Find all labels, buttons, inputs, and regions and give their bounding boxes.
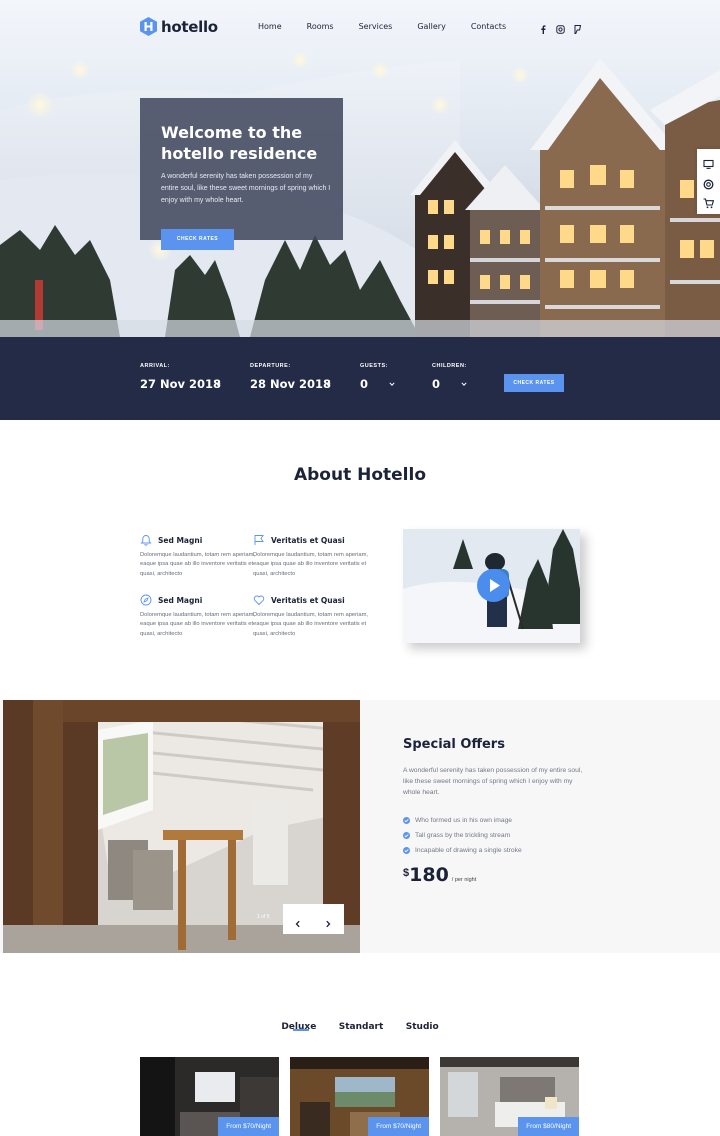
room-card[interactable]: From $70/Night — [290, 1057, 429, 1136]
hero-check-rates-button[interactable]: CHECK RATES — [161, 229, 234, 250]
list-item-text: Who formed us in his own image — [415, 817, 513, 824]
hero-section: hotello Home Rooms Services Gallery Cont… — [0, 0, 720, 337]
arrival-label: ARRIVAL: — [140, 363, 170, 369]
arrival-chevron-down-icon[interactable] — [215, 381, 221, 387]
active-tab-indicator — [293, 1029, 309, 1031]
children-chevron-down-icon[interactable] — [461, 381, 467, 387]
room-card[interactable]: From $80/Night — [440, 1057, 579, 1136]
feature-title: Veritatis et Quasi — [271, 596, 345, 605]
list-item: Who formed us in his own image — [403, 813, 522, 828]
offer-price: $ 180 / per night — [403, 864, 476, 886]
room-tabs: Deluxe Standart Studio — [0, 1016, 720, 1034]
list-item-text: Incapable of drawing a single stroke — [415, 847, 522, 854]
top-navigation: hotello Home Rooms Services Gallery Cont… — [0, 0, 720, 55]
welcome-card: Welcome to the hotello residence A wonde… — [140, 98, 343, 240]
price-unit: / per night — [451, 877, 477, 883]
social-links — [539, 21, 590, 34]
nav-gallery[interactable]: Gallery — [417, 22, 446, 31]
heart-icon — [253, 595, 265, 606]
main-menu: Home Rooms Services Gallery Contacts — [258, 22, 531, 31]
tab-standart[interactable]: Standart — [339, 1022, 384, 1032]
booking-bar: ARRIVAL: 27 Nov 2018 DEPARTURE: 28 Nov 2… — [0, 337, 720, 420]
room-card[interactable]: From $70/Night — [140, 1057, 279, 1136]
feature-text: Doloremque laudantium, totam rem aperiam… — [140, 612, 256, 637]
flag-icon — [254, 535, 264, 545]
tab-studio[interactable]: Studio — [406, 1022, 439, 1032]
check-circle-icon — [403, 817, 410, 824]
lifebuoy-icon[interactable] — [703, 177, 714, 190]
compass-icon — [140, 594, 152, 606]
bell-icon — [140, 535, 152, 546]
feature-text: Doloremque laudantium, totam rem aperiam… — [253, 612, 369, 637]
offers-title: Special Offers — [403, 737, 505, 752]
offers-list: Who formed us in his own image Tall gras… — [403, 813, 522, 858]
departure-field[interactable]: DEPARTURE: 28 Nov 2018 — [250, 363, 331, 391]
room-price-tag: From $80/Night — [518, 1117, 579, 1136]
price-currency: $ — [403, 867, 410, 879]
room-price-tag: From $70/Night — [368, 1117, 429, 1136]
instagram-icon[interactable] — [556, 21, 565, 34]
about-title: About Hotello — [293, 465, 427, 485]
feature-text: Doloremque laudantium, totam rem aperiam… — [140, 552, 256, 577]
slide-counter: 1 of 5 — [257, 914, 270, 920]
list-item: Incapable of drawing a single stroke — [403, 843, 522, 858]
departure-label: DEPARTURE: — [250, 363, 291, 369]
foursquare-icon[interactable] — [573, 21, 582, 34]
offers-text: A wonderful serenity has taken possessio… — [403, 767, 583, 796]
hero-title: Welcome to the hotello residence — [161, 123, 318, 163]
feature-title: Veritatis et Quasi — [271, 536, 345, 545]
booking-check-rates-button[interactable]: CHECK RATES — [504, 374, 564, 392]
departure-value: 28 Nov 2018 — [250, 377, 332, 391]
hero-text: A wonderful serenity has taken possessio… — [161, 173, 331, 204]
play-button[interactable] — [477, 569, 510, 602]
play-icon — [490, 579, 500, 592]
price-amount: 180 — [409, 864, 449, 886]
departure-chevron-down-icon[interactable] — [325, 381, 331, 387]
list-item: Tall grass by the trickling stream — [403, 828, 522, 843]
guests-field[interactable]: GUESTS: 0 — [360, 363, 388, 391]
arrival-field[interactable]: ARRIVAL: 27 Nov 2018 — [140, 363, 221, 391]
feature-title: Sed Magni — [158, 536, 203, 545]
logo-hexagon-icon — [140, 17, 157, 36]
nav-rooms[interactable]: Rooms — [307, 22, 334, 31]
logo[interactable]: hotello — [140, 17, 218, 36]
chevron-left-icon[interactable] — [294, 915, 302, 928]
facebook-icon[interactable] — [539, 21, 548, 34]
room-price-tag: From $70/Night — [218, 1117, 279, 1136]
feature-title: Sed Magni — [158, 596, 203, 605]
guests-chevron-down-icon[interactable] — [389, 381, 395, 387]
chevron-right-icon[interactable] — [324, 915, 332, 928]
cart-icon[interactable] — [703, 196, 715, 209]
logo-text: hotello — [161, 17, 218, 36]
monitor-icon[interactable] — [703, 157, 714, 169]
side-toolbar — [697, 149, 720, 214]
offer-image-slider: 1 of 5 — [3, 700, 360, 953]
nav-home[interactable]: Home — [258, 22, 282, 31]
list-item-text: Tall grass by the trickling stream — [415, 832, 511, 839]
nav-contacts[interactable]: Contacts — [471, 22, 506, 31]
check-circle-icon — [403, 847, 410, 854]
video-thumbnail[interactable] — [403, 529, 580, 643]
children-label: CHILDREN: — [432, 363, 467, 369]
check-circle-icon — [403, 832, 410, 839]
guests-value: 0 — [360, 377, 369, 391]
slider-arrows — [283, 904, 344, 934]
feature-text: Doloremque laudantium, totam rem aperiam… — [253, 552, 369, 577]
nav-services[interactable]: Services — [359, 22, 393, 31]
guests-label: GUESTS: — [360, 363, 388, 369]
arrival-value: 27 Nov 2018 — [140, 377, 222, 391]
